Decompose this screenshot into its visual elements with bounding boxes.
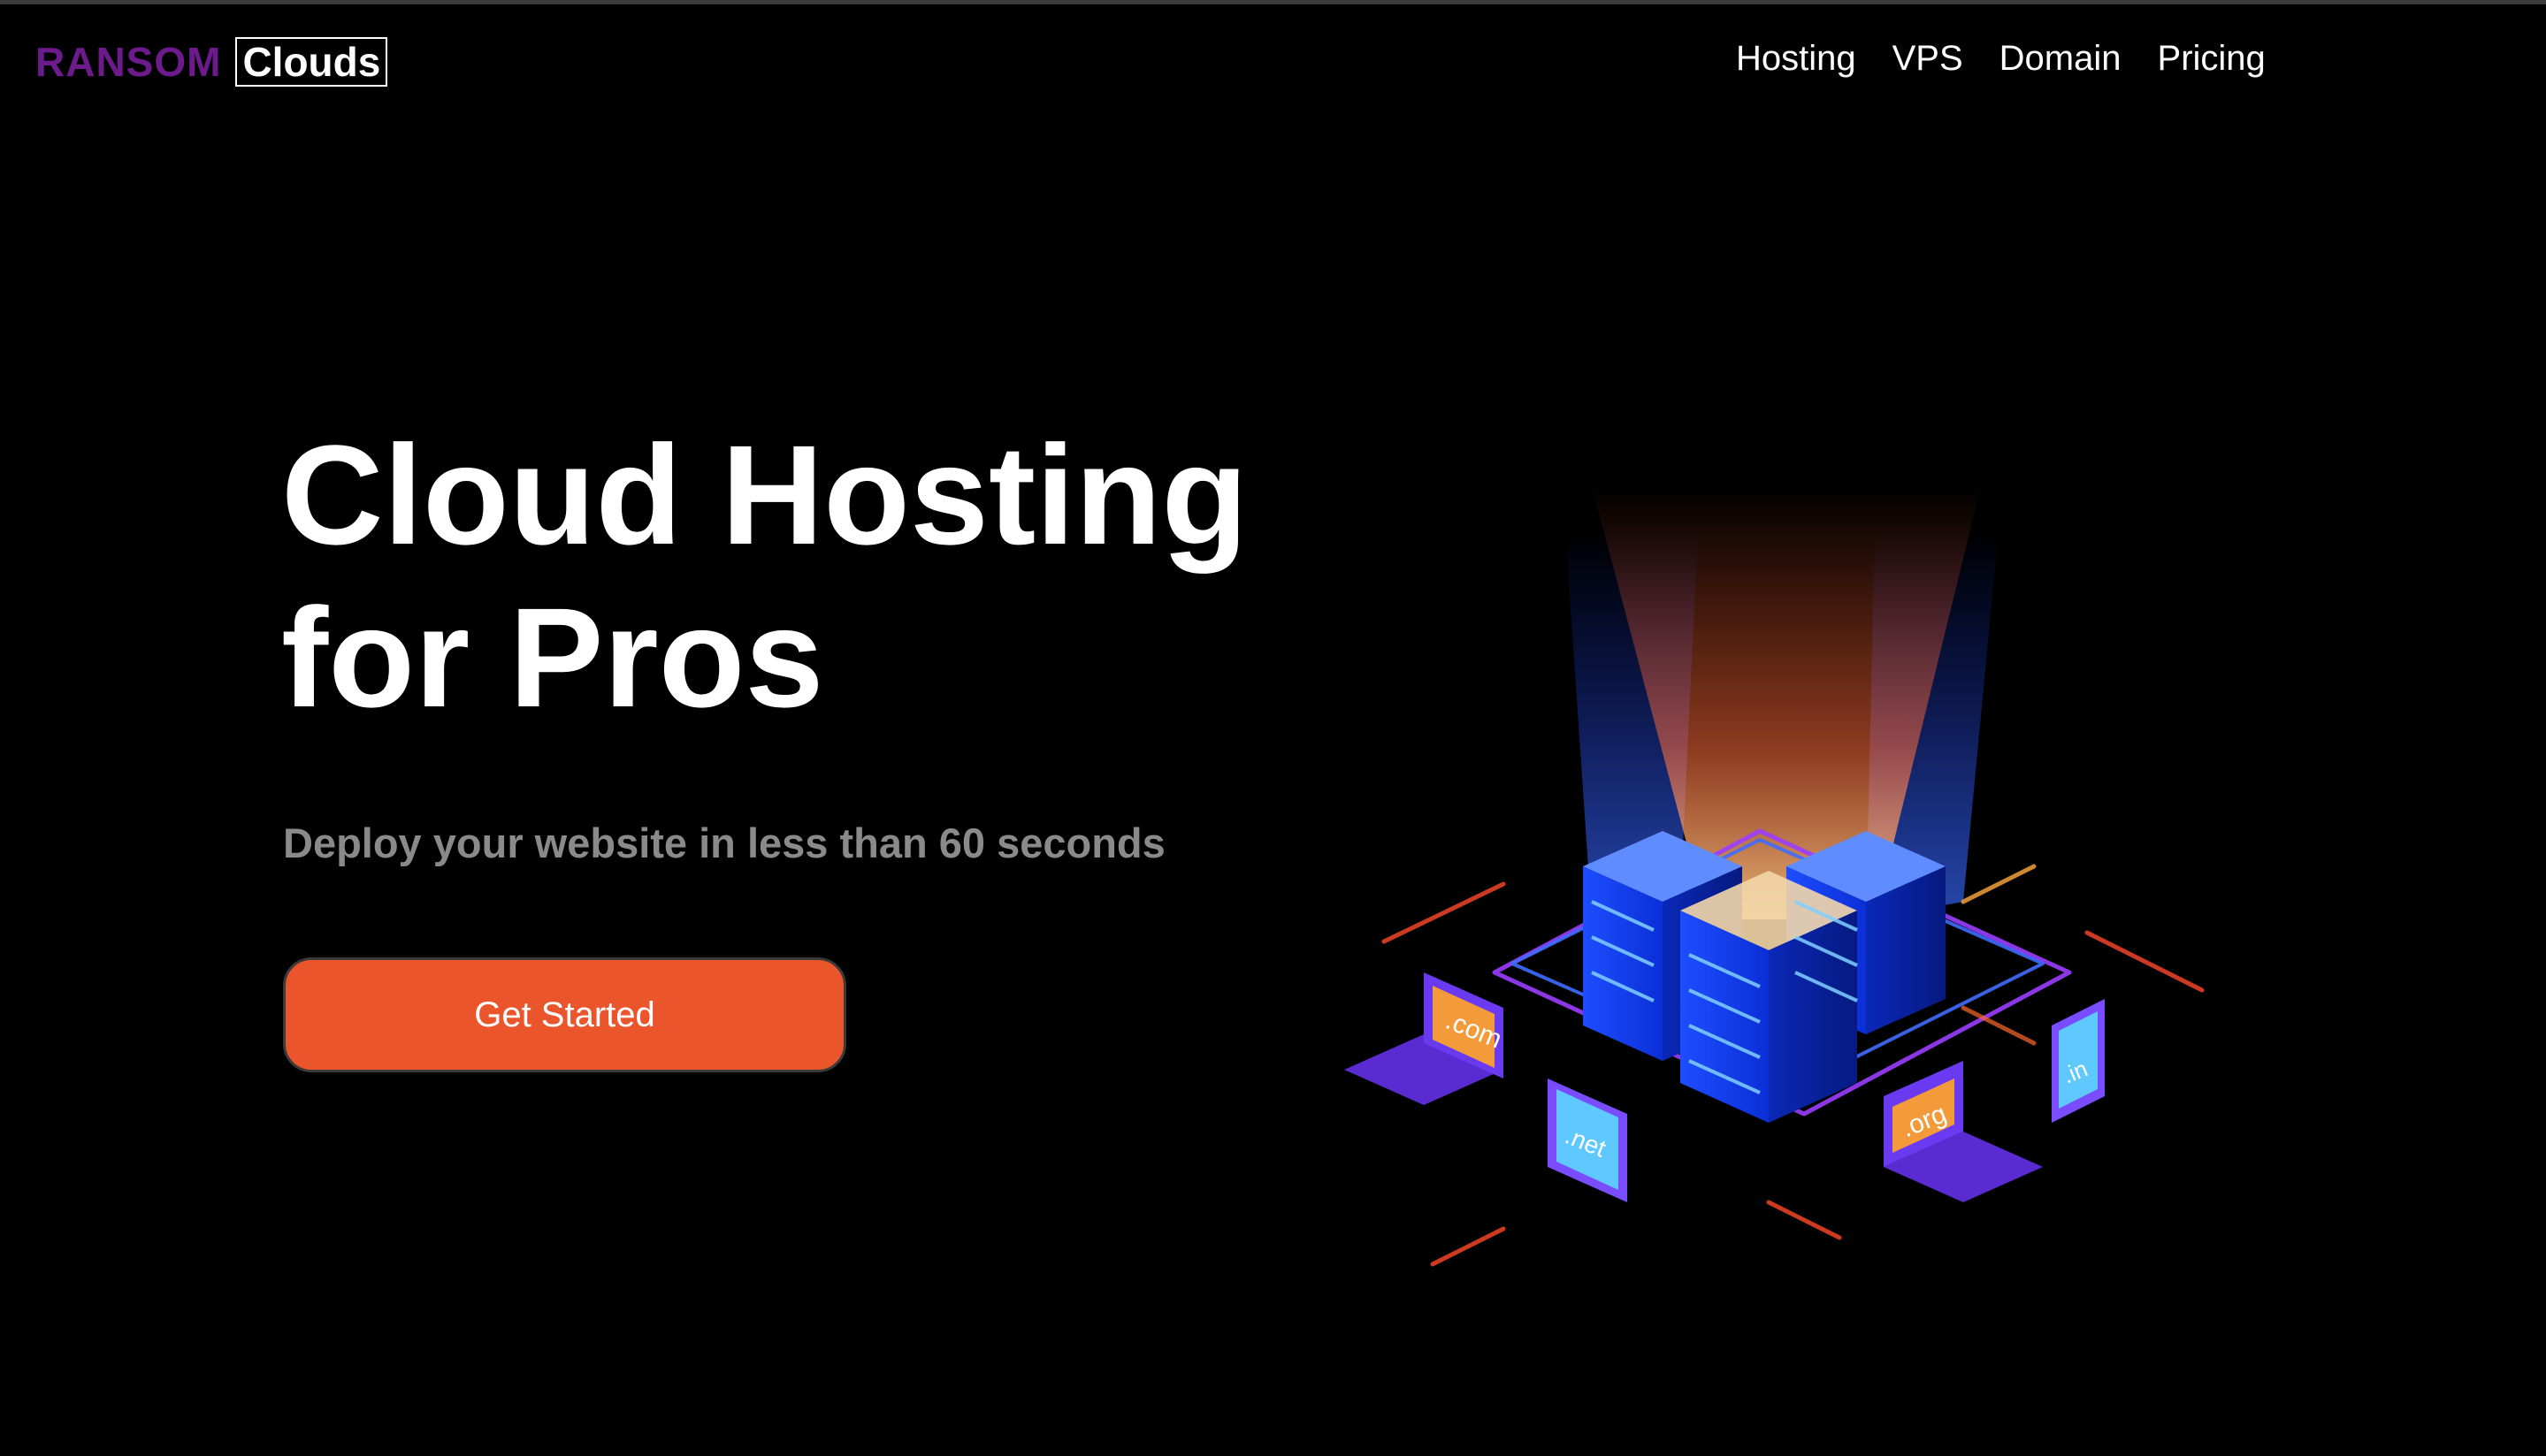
hero-title-line2: for Pros — [281, 578, 824, 736]
brand-logo-clouds: Clouds — [235, 37, 388, 87]
nav-item-vps[interactable]: VPS — [1892, 35, 1963, 81]
server-hosting-illustration: .com .net .org .in — [1344, 486, 2205, 1267]
phone-in-icon: .in — [2052, 999, 2105, 1123]
laptop-com-icon: .com — [1344, 972, 1506, 1105]
brand-logo[interactable]: RANSOM Clouds — [35, 37, 388, 87]
window-top-border — [0, 0, 2546, 4]
server-stack-icon — [1583, 831, 1946, 1123]
nav-item-pricing[interactable]: Pricing — [2158, 35, 2266, 81]
hero-title: Cloud Hosting for Pros — [281, 414, 1431, 739]
brand-logo-ransom: RANSOM — [35, 39, 222, 85]
main-nav: Hosting VPS Domain Pricing — [1736, 35, 2302, 81]
tablet-net-icon: .net — [1548, 1079, 1627, 1202]
get-started-button[interactable]: Get Started — [283, 957, 846, 1072]
nav-item-hosting[interactable]: Hosting — [1736, 35, 1856, 81]
hero-title-line1: Cloud Hosting — [281, 415, 1249, 574]
nav-item-domain[interactable]: Domain — [1999, 35, 2122, 81]
hero-subtitle: Deploy your website in less than 60 seco… — [283, 819, 1166, 866]
laptop-org-icon: .org — [1884, 1061, 2043, 1202]
